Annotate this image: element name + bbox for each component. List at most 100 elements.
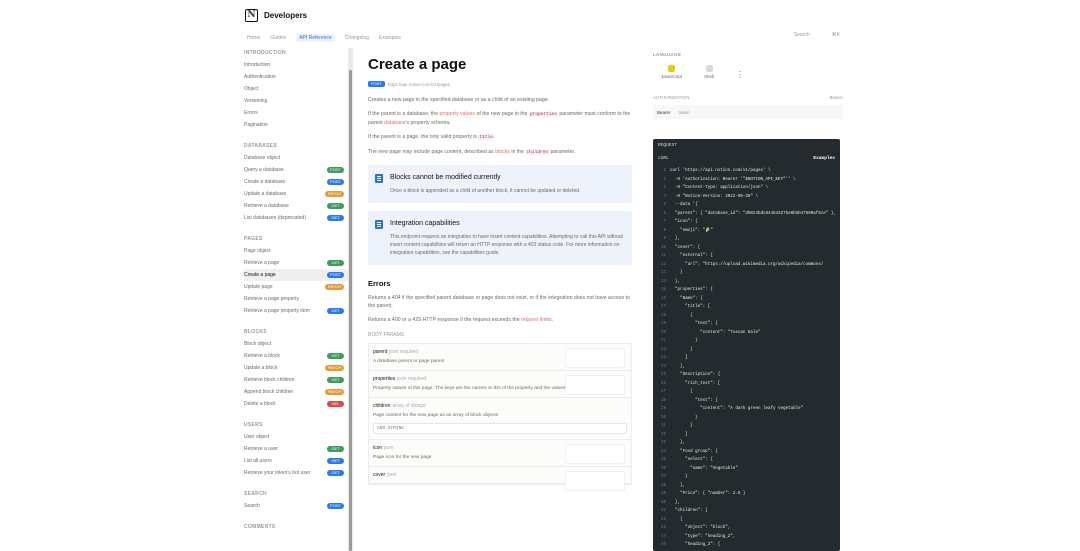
sidebar-item[interactable]: User object (244, 431, 348, 443)
param-row: icon json Page icon for the new page. (369, 440, 631, 467)
sidebar-item[interactable]: Delete a block DEL (244, 398, 348, 410)
param-add-button[interactable]: ADD STRING (373, 423, 627, 434)
param-input[interactable] (565, 348, 625, 368)
method-badge: PATCH (325, 389, 344, 395)
sidebar-item[interactable]: Append block children PATCH (244, 386, 348, 398)
line-number: 38 (660, 483, 666, 488)
sidebar-item[interactable]: Retrieve a page property (244, 293, 348, 305)
sidebar-group: BLOCKS Block object Retrieve a block GET Upd… (244, 327, 348, 420)
method-badge: PATCH (325, 365, 344, 371)
more-languages-icon[interactable]: ⋮ (736, 70, 744, 79)
line-number: 25 (660, 373, 666, 377)
sidebar-item[interactable]: List all users GET (244, 455, 348, 467)
sidebar-item[interactable]: Pagination (244, 119, 348, 131)
tab-changelog[interactable]: Changelog (345, 35, 369, 41)
sidebar-item-label: List databases (deprecated) (244, 215, 306, 221)
sidebar-item-label: Retrieve block children (244, 377, 295, 383)
examples-dropdown[interactable]: Examples (813, 156, 835, 161)
code-line: -H "Notion-Version: 2022-06-28" \ (670, 194, 758, 199)
page-paragraph: If the parent is a page, the only valid … (368, 133, 632, 142)
tab-api-reference[interactable]: API Reference (296, 34, 335, 42)
code-sample-panel: REQUEST cURL Examples 1 curl 'https://api… (653, 139, 840, 551)
sidebar-item[interactable]: Create a page POST (244, 269, 348, 281)
sidebar-item-label: Introduction (244, 62, 271, 68)
sidebar-item[interactable]: Database object (244, 152, 348, 164)
sidebar-group: DATABASES Database object Query a database… (244, 141, 348, 234)
param-input[interactable] (565, 375, 625, 395)
sidebar-item[interactable]: Update a block PATCH (244, 362, 348, 374)
method-badge: POST (368, 81, 385, 87)
param-input[interactable] (565, 471, 625, 491)
code-line: } (670, 424, 693, 428)
code-line: } (670, 347, 693, 352)
sidebar-item[interactable]: Retrieve block children GET (244, 374, 348, 386)
sidebar-item[interactable]: Introduction (244, 59, 348, 71)
sidebar-item[interactable]: Create a database POST (244, 176, 348, 188)
sidebar-item-label: Query a database (244, 167, 284, 173)
tab-home[interactable]: Home (247, 35, 260, 41)
auth-type[interactable]: Bearer (829, 95, 843, 100)
code-language[interactable]: cURL (658, 156, 669, 161)
code-block[interactable]: 1 curl 'https://api.notion.com/v1/pages' … (653, 165, 840, 551)
brand-name[interactable]: Developers (264, 11, 307, 20)
line-number: 21 (660, 339, 666, 343)
line-number: 16 (660, 296, 666, 301)
text: If the parent is a page, the only valid … (368, 134, 479, 140)
sidebar-item[interactable]: Update a database PATCH (244, 188, 348, 200)
request-limits-link[interactable]: request limits (521, 317, 552, 323)
blocks-link[interactable]: blocks (495, 149, 510, 155)
sidebar-item[interactable]: Authentication (244, 71, 348, 83)
code-line: { (670, 390, 693, 394)
property-values-link[interactable]: property values (440, 111, 475, 117)
sidebar-item-label: Retrieve a user (244, 446, 278, 452)
authorization-row: AUTHORIZATION Bearer (653, 95, 843, 100)
sidebar-scrollbar-thumb[interactable] (349, 70, 352, 551)
method-badge: GET (327, 458, 344, 464)
line-number: 28 (660, 398, 666, 403)
param-name: children array of strings (373, 403, 627, 409)
code-line: ] (670, 356, 688, 360)
code-line: { (670, 517, 683, 522)
code-line: curl 'https://api.notion.com/v1/pages' \ (670, 169, 771, 173)
tab-guides[interactable]: Guides (270, 35, 286, 41)
sidebar-item[interactable]: Errors (244, 107, 348, 119)
sidebar-item[interactable]: List databases (deprecated) GET (244, 212, 348, 224)
inline-code: properties (528, 112, 558, 117)
sidebar-item[interactable]: Retrieve a block GET (244, 350, 348, 362)
sidebar-item[interactable]: Retrieve a user GET (244, 443, 348, 455)
line-number: 34 (660, 449, 666, 454)
sidebar-item[interactable]: Retrieve your token's bot user GET (244, 467, 348, 479)
param-row: cover json (369, 467, 631, 491)
sidebar-item[interactable]: Query a database POST (244, 164, 348, 176)
sidebar-item[interactable]: Page object (244, 245, 348, 257)
language-shell[interactable]: Shell (704, 65, 714, 79)
tab-examples[interactable]: Examples (379, 35, 401, 41)
sidebar-item[interactable]: Retrieve a page property item GET (244, 305, 348, 317)
param-input[interactable] (565, 444, 625, 464)
line-number: 11 (660, 254, 666, 258)
line-number: 4 (663, 194, 666, 199)
database-link[interactable]: database (384, 120, 405, 126)
search-button[interactable]: Search (794, 32, 810, 38)
code-line: "select": { (670, 458, 713, 462)
notion-logo-icon[interactable]: N (245, 8, 258, 22)
code-line: "Food group": { (670, 449, 718, 454)
sidebar-item[interactable]: Versioning (244, 95, 348, 107)
sidebar-item[interactable]: Object (244, 83, 348, 95)
sidebar-item[interactable]: Retrieve a page GET (244, 257, 348, 269)
code-line: "object": "block", (670, 526, 731, 530)
line-number: 39 (660, 492, 666, 496)
line-number: 27 (660, 390, 666, 394)
sidebar-item[interactable]: Search POST (244, 500, 348, 512)
document-icon (375, 174, 383, 183)
code-line: "Description": { (670, 373, 721, 377)
sidebar-item[interactable]: Update page PATCH (244, 281, 348, 293)
endpoint-url[interactable]: https://api.notion.com/v1/pages (388, 82, 450, 87)
sidebar-item-label: Retrieve a block (244, 353, 280, 359)
language-javascript[interactable]: JavaScript (661, 65, 682, 79)
callout-blocks: Blocks cannot be modified currently Once… (368, 165, 632, 203)
token-input[interactable]: Bearer token (653, 105, 843, 119)
sidebar-item[interactable]: Block object (244, 338, 348, 350)
line-number: 36 (660, 466, 666, 471)
sidebar-item[interactable]: Retrieve a database GET (244, 200, 348, 212)
